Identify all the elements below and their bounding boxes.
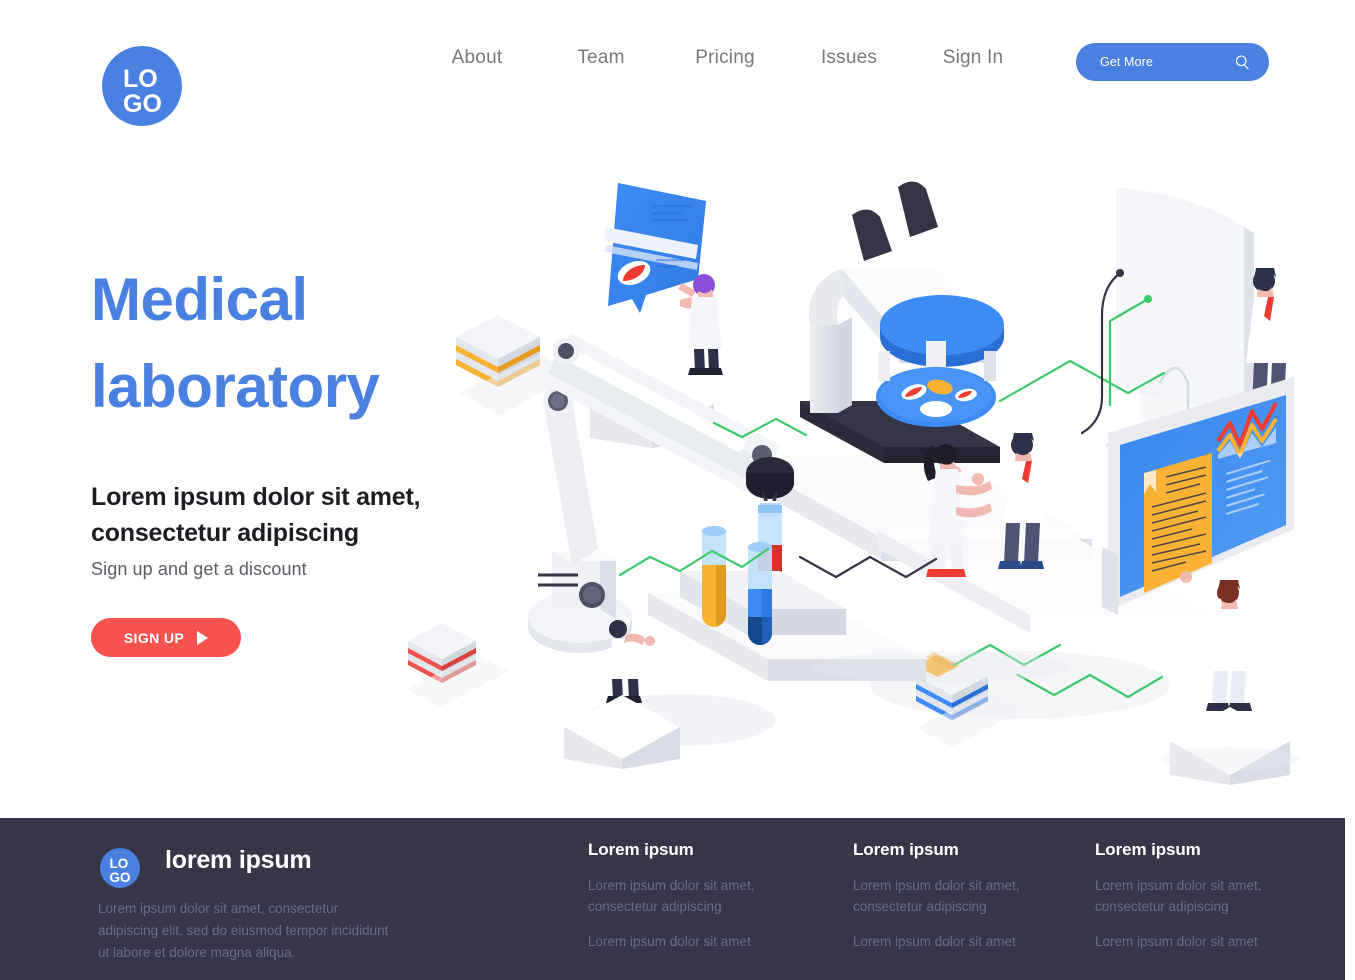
nav-item-issues[interactable]: Issues — [787, 47, 911, 69]
nav-item-about[interactable]: About — [415, 47, 539, 69]
box-stack-red — [406, 623, 510, 707]
main-navigation: About Team Pricing Issues Sign In — [415, 47, 1035, 69]
footer-column-1: Lorem ipsum Lorem ipsum dolor sit amet, … — [588, 840, 818, 967]
footer-column-title: Lorem ipsum — [1095, 840, 1201, 859]
logo-icon: LO GO — [98, 846, 142, 890]
footer-description: Lorem ipsum dolor sit amet, consectetur … — [98, 901, 389, 960]
footer-link[interactable]: Lorem ipsum dolor sit amet, consectetur … — [588, 876, 818, 918]
footer-column-title: Lorem ipsum — [588, 840, 694, 859]
hero-subtitle-line2: consectetur adipiscing — [91, 518, 359, 547]
isometric-lab-scene — [406, 181, 1300, 785]
site-footer: LO GO lorem ipsum Lorem ipsum dolor sit … — [0, 818, 1345, 980]
scientist-purple-hair — [678, 274, 723, 375]
test-tube-orange — [702, 526, 726, 627]
footer-link[interactable]: Lorem ipsum dolor sit amet, consectetur … — [853, 876, 1083, 918]
footer-column-title: Lorem ipsum — [853, 840, 959, 859]
footer-logo-text-bottom: GO — [110, 870, 131, 885]
microscope — [800, 181, 1004, 463]
search-icon — [1235, 54, 1249, 69]
hero-subtitle-line1: Lorem ipsum dolor sit amet, — [91, 483, 421, 511]
footer-column-2: Lorem ipsum Lorem ipsum dolor sit amet, … — [853, 840, 1083, 967]
logo-text-top: LO — [123, 65, 158, 93]
get-more-button[interactable]: Get More — [1076, 43, 1269, 81]
logo-icon: LO GO — [98, 42, 186, 130]
footer-brand-name: lorem ipsum — [165, 846, 312, 874]
hero-illustration — [380, 155, 1355, 795]
site-header: LO GO About Team Pricing Issues Sign In … — [0, 0, 1355, 130]
hero-title-line1: Medical — [91, 266, 308, 333]
hero-title-line2: laboratory — [91, 353, 380, 420]
logo-text-bottom: GO — [123, 90, 162, 118]
nav-item-pricing[interactable]: Pricing — [663, 47, 787, 69]
play-triangle-icon — [197, 630, 209, 645]
sign-up-button[interactable]: SIGN UP — [91, 618, 241, 657]
platform-pointing — [1170, 707, 1290, 785]
footer-link[interactable]: Lorem ipsum dolor sit amet — [853, 932, 1083, 953]
footer-link[interactable]: Lorem ipsum dolor sit amet — [1095, 932, 1325, 953]
footer-link[interactable]: Lorem ipsum dolor sit amet, consectetur … — [1095, 876, 1325, 918]
footer-logo-text-top: LO — [110, 856, 129, 871]
sign-up-label: SIGN UP — [123, 629, 185, 646]
footer-column-3: Lorem ipsum Lorem ipsum dolor sit amet, … — [1095, 840, 1325, 967]
hero-note: Sign up and get a discount — [91, 559, 307, 579]
get-more-label: Get More — [1100, 55, 1153, 69]
brand-logo[interactable]: LO GO — [98, 42, 186, 130]
footer-logo[interactable]: LO GO — [98, 846, 142, 890]
nav-item-team[interactable]: Team — [539, 47, 663, 69]
test-tube-blue — [748, 542, 772, 645]
footer-link[interactable]: Lorem ipsum dolor sit amet — [588, 932, 818, 953]
nav-item-sign-in[interactable]: Sign In — [911, 47, 1035, 69]
landing-page: LO GO About Team Pricing Issues Sign In … — [0, 0, 1355, 980]
